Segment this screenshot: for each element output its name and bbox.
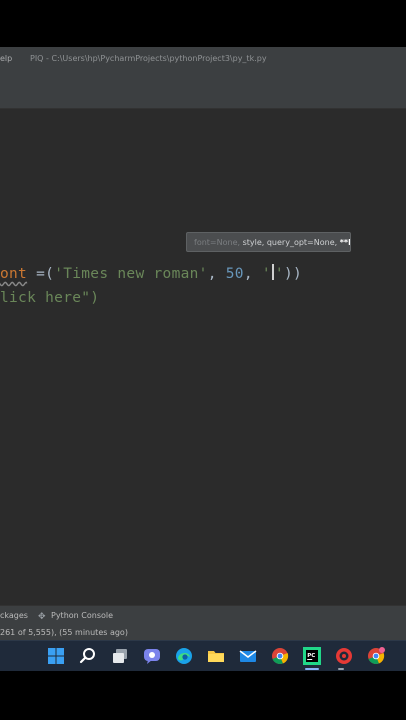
code-number: 50 [225,266,244,282]
code-close-parens: )) [283,266,303,282]
chat-icon[interactable] [142,646,162,666]
task-view-icon[interactable] [110,646,130,666]
taskbar: PC [0,640,406,671]
search-icon[interactable] [78,646,98,666]
tooltip-faded-text: font=None, [194,238,243,247]
python-console-icon: ✥ [38,612,46,622]
toolbar-strip [0,70,406,108]
status-text: 261 of 5,555), (55 minutes ago) [0,628,128,637]
letterbox-bottom [0,671,406,720]
chrome-alt-icon[interactable] [366,646,386,666]
code-param-name: ont [0,266,28,282]
letterbox-top [0,0,406,47]
tooltip-text: style, query_opt=None, [242,238,340,247]
title-bar: elp PIQ - C:\Users\hp\PycharmProjects\py… [0,47,406,70]
code-quote-open: ' [261,266,271,282]
window-title: PIQ - C:\Users\hp\PycharmProjects\python… [30,54,267,63]
code-line-1[interactable]: ont =('Times new roman', 50, ' ')) [0,264,302,282]
code-sep-2: , [243,266,262,282]
code-assign: =( [27,266,55,282]
code-string-click-here: lick here") [0,290,100,306]
tool-tab-python-console[interactable]: ✥ Python Console [38,606,113,626]
code-sep: , [207,266,226,282]
edge-icon[interactable] [174,646,194,666]
code-line-2[interactable]: lick here") [0,290,99,306]
windows-start-icon[interactable] [46,646,66,666]
chrome-icon[interactable] [270,646,290,666]
python-console-label: Python Console [51,611,114,620]
bottom-tool-window-bar: ckages ✥ Python Console [0,605,406,625]
tooltip-bold-text: **kw [339,238,350,247]
code-string-font: 'Times new roman' [54,266,208,282]
status-bar: 261 of 5,555), (55 minutes ago) [0,625,406,640]
code-editor[interactable]: font=None, style, query_opt=None, **kw o… [0,109,406,605]
code-quote-close: ' [274,266,284,282]
media-icon[interactable] [334,646,354,666]
parameter-info-tooltip: font=None, style, query_opt=None, **kw [186,232,351,252]
svg-text:PC: PC [307,653,315,659]
text-caret [271,264,274,280]
menu-item-help[interactable]: elp [0,47,12,70]
file-explorer-icon[interactable] [206,646,226,666]
pycharm-icon[interactable]: PC [302,646,322,666]
tool-tab-packages[interactable]: ckages [0,606,28,626]
mail-icon[interactable] [238,646,258,666]
active-app-indicator [305,668,319,670]
open-app-indicator [338,668,344,670]
screen: elp PIQ - C:\Users\hp\PycharmProjects\py… [0,0,406,720]
